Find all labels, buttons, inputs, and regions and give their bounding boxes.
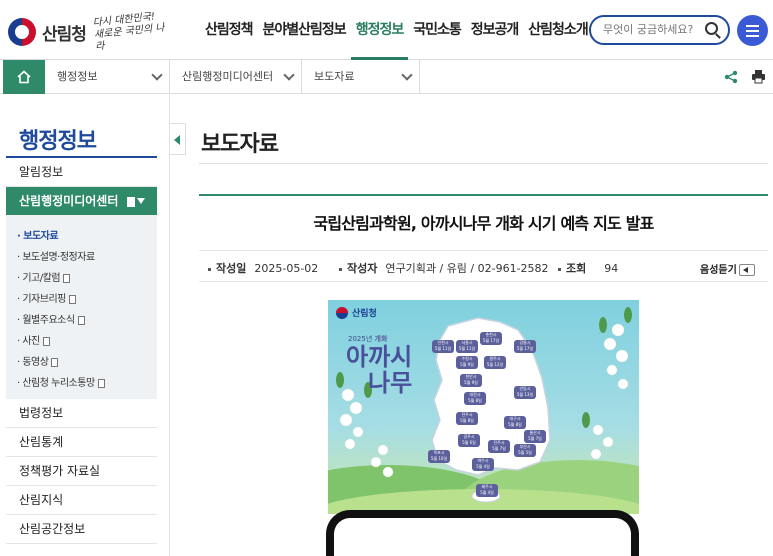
nav-item-forest-policy[interactable]: 산림정책 — [200, 0, 258, 60]
hamburger-icon — [746, 25, 759, 27]
region-label: 울산시 5월 7일 — [528, 430, 542, 441]
region-label: 인천시 5월 11일 — [434, 340, 452, 351]
article-meta: 작성일 2025-05-02 작성자 연구기획과 / 유림 / 02-961-258… — [199, 250, 768, 282]
sidebar-title: 행정정보 — [19, 129, 97, 154]
region-label: 강릉시 5월 17일 — [516, 340, 534, 351]
submenu-item-column[interactable]: · 기고/칼럼 — [17, 269, 71, 284]
sidebar-collapse-button[interactable] — [170, 123, 186, 155]
print-icon[interactable] — [751, 69, 766, 84]
caret-down-icon — [137, 198, 145, 204]
home-button[interactable] — [3, 60, 45, 94]
nav-item-admin-info[interactable]: 행정정보 — [350, 0, 409, 60]
meta-views: 조회 94 — [558, 260, 618, 276]
region-label: 여수시 5월 4일 — [476, 458, 490, 469]
search-icon[interactable] — [705, 22, 718, 35]
region-label: 제주시 5월 4일 — [480, 484, 494, 495]
new-window-icon — [77, 315, 85, 325]
region-label: 서울시 5월 11일 — [458, 340, 476, 351]
breadcrumb-level2[interactable]: 산림행정미디어센터 — [170, 60, 302, 94]
article-title: 국립산림과학원, 아까시나무 개화 시기 예측 지도 발표 — [313, 214, 654, 233]
submenu-item-monthly-news[interactable]: · 월별주요소식 — [17, 311, 85, 326]
share-icon[interactable] — [724, 70, 738, 84]
region-label: 천안시 5월 9일 — [464, 374, 478, 385]
sidebar-item-knowledge[interactable]: 산림지식 — [6, 486, 157, 515]
submenu: · 보도자료 · 보도설명·정정자료 · 기고/칼럼 · 기자브리핑 · 월별주… — [6, 215, 157, 399]
region-label: 광주시 5월 6일 — [462, 434, 476, 445]
speaker-icon — [738, 264, 755, 276]
sidebar-item-notice[interactable]: 알림정보 — [6, 158, 157, 187]
search-input[interactable] — [603, 23, 703, 36]
sidebar-item-law[interactable]: 법령정보 — [6, 399, 157, 428]
sidebar-item-policy-evaluation[interactable]: 정책평가 자료실 — [6, 457, 157, 486]
menu-button[interactable] — [737, 15, 768, 46]
submenu-item-video[interactable]: · 동영상 — [17, 353, 59, 368]
submenu-item-photo[interactable]: · 사진 — [17, 332, 50, 347]
chevron-down-icon — [401, 69, 413, 81]
article-image-poster: 산림청 2025년 개화 아까시 나무 인천시 5월 11일 서울시 5월 11일 … — [328, 300, 639, 514]
region-label: 대전시 5월 8일 — [468, 392, 482, 403]
breadcrumb-level3[interactable]: 보도자료 — [302, 60, 420, 94]
breadcrumb-level1[interactable]: 행정정보 — [45, 60, 170, 94]
poster-brand: 산림청 — [352, 309, 377, 319]
government-emblem-icon — [8, 18, 36, 46]
new-window-icon — [42, 336, 50, 346]
document-icon — [126, 196, 135, 207]
listen-button[interactable]: 음성듣기 — [700, 261, 755, 276]
chevron-down-icon — [283, 69, 295, 81]
region-label: 원주시 5월 12일 — [486, 356, 504, 367]
sidebar-item-statistics[interactable]: 산림통계 — [6, 428, 157, 457]
second-image-phone-frame — [326, 510, 639, 556]
logo-text: 산림청 — [42, 24, 87, 45]
submenu-item-briefing[interactable]: · 기자브리핑 — [17, 290, 76, 305]
region-label: 부산시 5월 5일 — [518, 444, 532, 455]
slogan-text: 다시 대한민국! 새로운 국민의 나라 — [92, 11, 166, 53]
new-window-icon — [68, 294, 76, 304]
new-window-icon — [97, 378, 105, 388]
nav-item-info-disclosure[interactable]: 정보공개 — [466, 0, 524, 60]
sidebar: 행정정보 알림정보 산림행정미디어센터 · 보도자료 · 보도설명·정정자료 ·… — [0, 95, 170, 556]
nav-item-about[interactable]: 산림청소개 — [523, 0, 592, 60]
new-window-icon — [63, 273, 71, 283]
home-icon — [17, 70, 31, 84]
site-logo[interactable]: 산림청 다시 대한민국! 새로운 국민의 나라 — [8, 11, 166, 53]
region-label: 춘천시 5월 17일 — [482, 332, 500, 343]
region-label: 수원시 5월 9일 — [460, 356, 474, 367]
region-label: 대구시 5월 8일 — [508, 416, 522, 427]
page-title: 보도자료 — [201, 132, 279, 157]
sidebar-item-media-center[interactable]: 산림행정미디어센터 — [6, 187, 157, 215]
breadcrumb: 행정정보 산림행정미디어센터 보도자료 — [0, 60, 773, 94]
new-window-icon — [51, 357, 59, 367]
nav-item-communication[interactable]: 국민소통 — [408, 0, 466, 60]
nav-item-forest-info[interactable]: 분야별산림정보 — [258, 0, 351, 60]
submenu-item-press-release[interactable]: · 보도자료 — [17, 227, 59, 242]
meta-author: 작성자 연구기획과 / 유림 / 02-961-2582 — [339, 260, 549, 276]
article-top-border — [199, 194, 768, 196]
region-label: 안동시 5월 13일 — [516, 386, 534, 397]
title-divider — [199, 163, 768, 164]
sidebar-item-spatial-info[interactable]: 산림공간정보 — [6, 515, 157, 544]
submenu-item-corrections[interactable]: · 보도설명·정정자료 — [17, 248, 95, 263]
global-nav: 산림정책 분야별산림정보 행정정보 국민소통 정보공개 산림청소개 — [200, 0, 593, 60]
region-label: 진주시 5월 7일 — [492, 440, 506, 451]
search-box — [589, 15, 730, 45]
submenu-item-sns[interactable]: · 산림청 누리소통망 — [17, 374, 105, 389]
region-label: 목포시 5월 10일 — [430, 450, 448, 461]
meta-date: 작성일 2025-05-02 — [208, 260, 318, 276]
site-header: 산림청 다시 대한민국! 새로운 국민의 나라 산림정책 분야별산림정보 행정정… — [0, 0, 773, 60]
poster-title: 아까시 나무 — [346, 343, 413, 397]
region-label: 전주시 5월 8일 — [460, 412, 474, 423]
chevron-down-icon — [151, 69, 163, 81]
